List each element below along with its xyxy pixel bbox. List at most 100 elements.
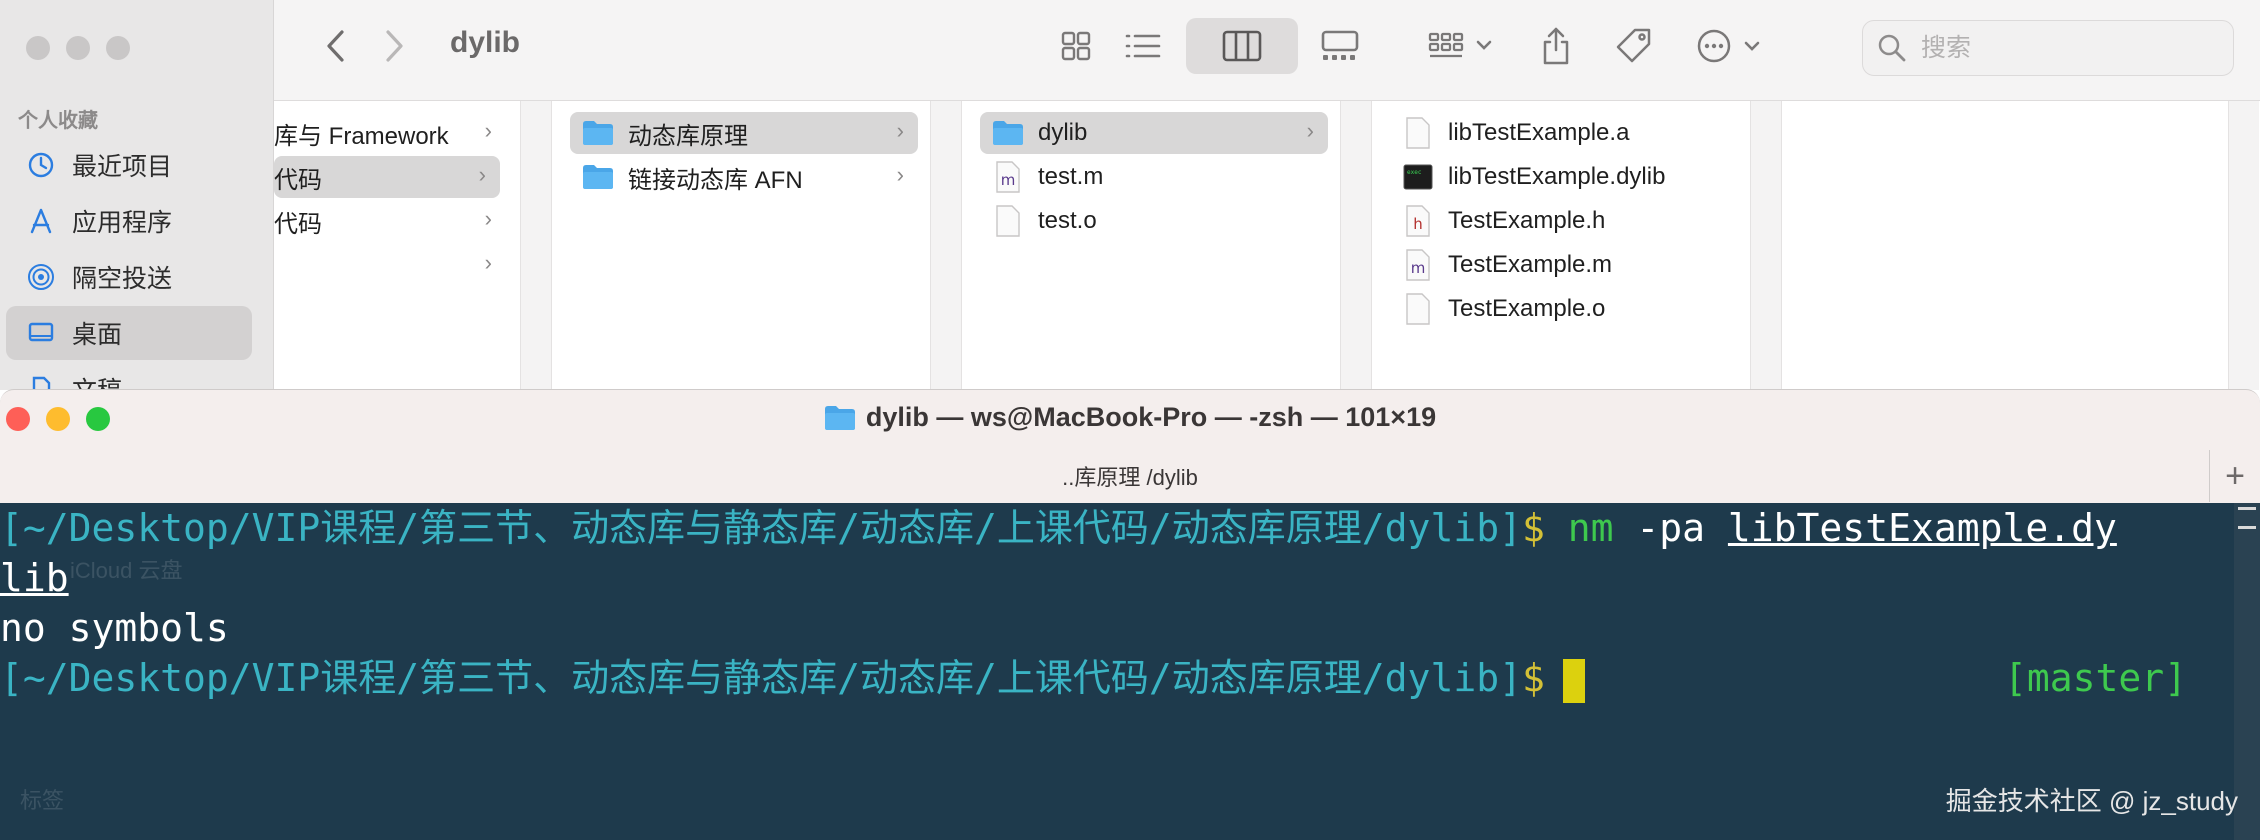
command-name: nm [1567, 506, 1614, 550]
file-name: test.m [1038, 163, 1104, 190]
sidebar-item-applications[interactable]: 应用程序 [6, 194, 252, 248]
list-item[interactable]: 代码 › [274, 156, 500, 198]
search-icon [1877, 33, 1907, 63]
finder-sidebar: 个人收藏 最近项目 应用程序 隔空投送 桌面 [0, 0, 274, 390]
search-input[interactable] [1919, 32, 2203, 64]
folder-name: 库与 Framework [274, 122, 449, 150]
list-item[interactable]: 库与 Framework › [274, 112, 506, 154]
prompt-symbol: $ [1521, 656, 1545, 700]
chevron-right-icon: › [896, 162, 904, 187]
terminal-tab-label[interactable]: ..库原理 /dylib [0, 460, 2260, 492]
command-file-wrap: lib [0, 556, 69, 600]
sidebar-item-desktop[interactable]: 桌面 [6, 306, 252, 360]
back-button[interactable] [316, 22, 356, 70]
column-divider[interactable] [930, 101, 962, 390]
file-name: libTestExample.a [1448, 119, 1630, 146]
chevron-right-icon: › [484, 206, 492, 231]
column-divider[interactable] [1340, 101, 1372, 390]
file-name: TestExample.h [1448, 207, 1606, 234]
folder-icon [992, 117, 1024, 149]
svg-text:m: m [1411, 259, 1426, 277]
finder-scrollbar[interactable] [2228, 101, 2259, 390]
terminal-content[interactable]: iCloud 云盘 标签 [~/Desktop/VIP课程/第三节、动态库与静态… [0, 503, 2260, 840]
gallery-view-button[interactable] [1314, 22, 1366, 70]
sidebar-item-airdrop[interactable]: 隔空投送 [6, 250, 252, 304]
forward-button[interactable] [374, 22, 414, 70]
sidebar-item-documents[interactable]: 文稿 [6, 362, 252, 390]
folder-name: 代码 [274, 210, 322, 238]
chevron-right-icon: › [1306, 118, 1314, 143]
column-divider[interactable] [1750, 101, 1782, 390]
list-view-button[interactable] [1118, 22, 1168, 70]
terminal-titlebar: dylib — ws@MacBook-Pro — -zsh — 101×19 .… [0, 389, 2260, 504]
window-title: dylib [450, 26, 521, 59]
finder-zoom-button[interactable] [106, 36, 130, 60]
search-field[interactable] [1862, 20, 2234, 76]
background-ghost-text: 标签 [20, 788, 65, 813]
share-button[interactable] [1536, 22, 1576, 70]
column-browser: 库与 Framework › 代码 › 代码 › › 动态库原理 › 链接动态库… [274, 101, 2260, 390]
folder-name: 链接动态库 AFN [628, 166, 803, 194]
sidebar-item-label: 隔空投送 [72, 265, 173, 293]
sidebar-item-label: 最近项目 [72, 153, 173, 181]
new-tab-button[interactable]: + [2209, 450, 2260, 502]
list-item[interactable]: exec libTestExample.dylib [1390, 156, 1738, 198]
finder-toolbar: dylib [274, 0, 2260, 101]
list-item[interactable]: TestExample.o [1390, 288, 1738, 330]
command-output: no symbols [0, 606, 229, 650]
list-item[interactable]: test.o [980, 200, 1328, 242]
svg-text:exec: exec [1407, 169, 1422, 176]
file-name: libTestExample.dylib [1448, 163, 1666, 190]
executable-file-icon: exec [1402, 161, 1434, 193]
icon-view-button[interactable] [1052, 22, 1100, 70]
terminal-title-text: dylib — ws@MacBook-Pro — -zsh — 101×19 [865, 402, 1437, 432]
list-item[interactable]: 动态库原理 › [570, 112, 918, 154]
list-item[interactable]: libTestExample.a [1390, 112, 1738, 154]
background-ghost-text: iCloud 云盘 [70, 558, 183, 583]
more-actions-button[interactable] [1694, 22, 1774, 70]
list-item[interactable]: h TestExample.h [1390, 200, 1738, 242]
list-item[interactable]: 链接动态库 AFN › [570, 156, 918, 198]
file-icon [992, 205, 1024, 237]
tag-button[interactable] [1612, 22, 1656, 70]
objc-file-icon: m [1402, 249, 1434, 281]
folder-name: 动态库原理 [628, 122, 748, 150]
folder-icon [582, 161, 614, 193]
column-divider[interactable] [520, 101, 552, 390]
column-view-button[interactable] [1186, 18, 1298, 74]
objc-file-icon: m [992, 161, 1024, 193]
list-item[interactable]: dylib › [980, 112, 1328, 154]
git-branch-indicator: [master] [2004, 656, 2188, 700]
list-item[interactable]: 代码 › [274, 200, 506, 242]
group-by-button[interactable] [1426, 22, 1502, 70]
list-item[interactable]: m TestExample.m [1390, 244, 1738, 286]
sidebar-item-recents[interactable]: 最近项目 [6, 138, 252, 192]
folder-name: 代码 [274, 166, 322, 194]
prompt-symbol: $ [1521, 506, 1545, 550]
list-item[interactable]: m test.m [980, 156, 1328, 198]
document-icon [26, 374, 56, 390]
sidebar-item-label: 应用程序 [72, 209, 173, 237]
command-args: -pa [1636, 506, 1706, 550]
file-name: TestExample.m [1448, 251, 1613, 278]
command-file: libTestExample.dy [1727, 506, 2117, 550]
terminal-line: no symbols [0, 603, 229, 653]
text-cursor [1562, 658, 1585, 703]
terminal-line: [~/Desktop/VIP课程/第三节、动态库与静态库/动态库/上课代码/动态… [0, 653, 1585, 703]
chevron-right-icon: › [896, 118, 904, 143]
scroll-marker-icon [2238, 507, 2256, 529]
chevron-right-icon: › [484, 118, 492, 143]
terminal-title: dylib — ws@MacBook-Pro — -zsh — 101×19 [0, 402, 2260, 433]
finder-close-button[interactable] [26, 36, 50, 60]
finder-minimize-button[interactable] [66, 36, 90, 60]
chevron-right-icon: › [478, 162, 486, 187]
sidebar-item-label: 文稿 [72, 371, 122, 390]
header-file-icon: h [1402, 205, 1434, 237]
finder-window: 个人收藏 最近项目 应用程序 隔空投送 桌面 dylib 搜索 库与 Frame… [0, 0, 2260, 390]
folder-icon [582, 117, 614, 149]
list-item[interactable]: › [274, 244, 506, 286]
folder-name: dylib [1038, 119, 1088, 146]
watermark: 掘金技术社区 @ jz_study [1945, 786, 2238, 816]
airdrop-icon [26, 262, 56, 292]
prompt-path: [~/Desktop/VIP课程/第三节、动态库与静态库/动态库/上课代码/动态… [0, 506, 1522, 550]
